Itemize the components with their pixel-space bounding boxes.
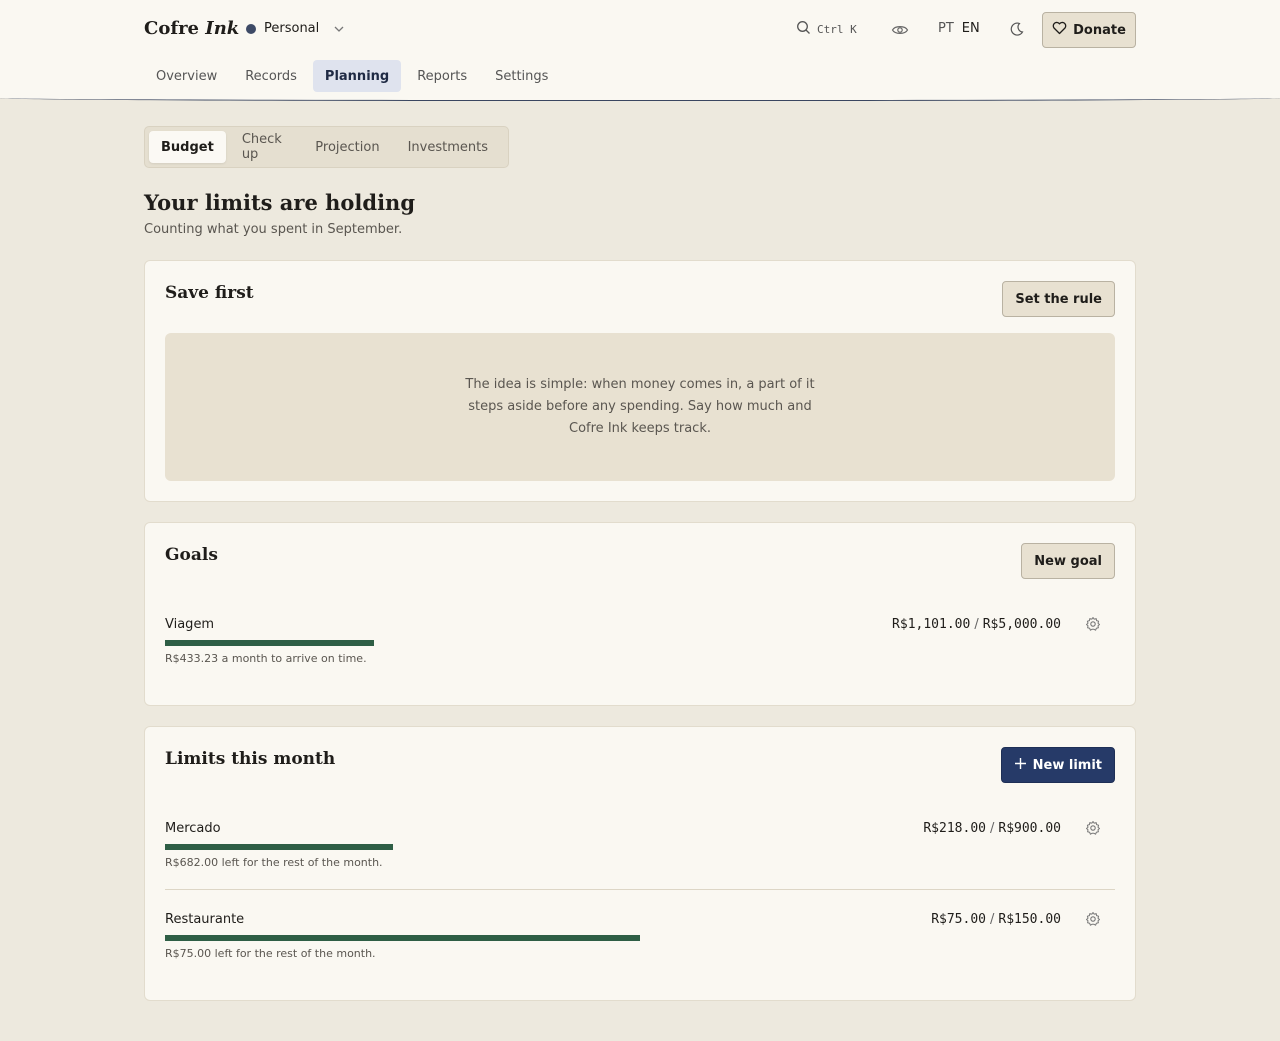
save-first-empty-text: The idea is simple: when money comes in,… (465, 377, 815, 436)
chevron-down-icon (333, 23, 345, 35)
workspace-color-dot (246, 23, 256, 34)
limit-name: Restaurante (165, 912, 245, 927)
search-shortcut: Ctrl K (817, 22, 857, 36)
limit-target: R$900.00 (998, 821, 1061, 836)
new-limit-label: New limit (1032, 757, 1102, 773)
limit-row: Restaurante R$75.00/R$150.00 R$75.00 lef… (165, 912, 1115, 968)
moon-icon[interactable] (1009, 21, 1025, 41)
heart-icon (1052, 21, 1067, 39)
save-first-title: Save first (165, 283, 254, 303)
search-button[interactable]: Ctrl K (796, 20, 857, 38)
nav-overview[interactable]: Overview (144, 60, 229, 92)
tab-check-up[interactable]: Check up (230, 131, 299, 163)
top-bar: Cofre Ink Personal Ctrl K PT EN Donate O… (0, 0, 1280, 101)
save-first-empty-state: The idea is simple: when money comes in,… (165, 333, 1115, 481)
goal-progress-bar (165, 640, 374, 646)
limit-current: R$218.00 (923, 821, 986, 836)
gear-icon[interactable] (1085, 616, 1101, 636)
limit-amount: R$218.00/R$900.00 (923, 821, 1061, 836)
new-goal-button[interactable]: New goal (1021, 543, 1115, 579)
new-limit-button[interactable]: New limit (1000, 747, 1115, 783)
nav-planning[interactable]: Planning (312, 60, 402, 92)
limit-progress-bar (165, 935, 640, 941)
planning-subtabs: Budget Check up Projection Investments (144, 126, 509, 168)
eye-icon[interactable] (891, 22, 909, 42)
save-first-card: Save first Set the rule The idea is simp… (144, 260, 1136, 502)
limit-amount: R$75.00/R$150.00 (931, 912, 1061, 927)
search-icon (796, 20, 811, 38)
goal-current: R$1,101.00 (892, 617, 971, 632)
goals-title: Goals (165, 545, 218, 565)
lang-pt-option[interactable]: PT (938, 21, 954, 36)
plus-icon (1014, 757, 1027, 774)
goal-hint: R$433.23 a month to arrive on time. (165, 652, 367, 665)
goals-card: Goals New goal Viagem R$1,101.00/R$5,000… (144, 522, 1136, 706)
limit-current: R$75.00 (931, 912, 986, 927)
lang-en-option[interactable]: EN (962, 21, 980, 36)
donate-label: Donate (1073, 22, 1126, 38)
limit-target: R$150.00 (998, 912, 1061, 927)
gear-icon[interactable] (1085, 820, 1101, 840)
limits-card: Limits this month New limit Mercado R$21… (144, 726, 1136, 1001)
limits-divider (165, 889, 1115, 890)
tab-investments[interactable]: Investments (396, 131, 500, 163)
nav-reports[interactable]: Reports (405, 60, 479, 92)
workspace-name: Personal (264, 21, 320, 36)
goal-amount: R$1,101.00/R$5,000.00 (892, 617, 1061, 632)
brand-name: Cofre (144, 18, 200, 39)
limit-progress-bar (165, 844, 393, 850)
goal-name: Viagem (165, 617, 215, 632)
set-rule-button[interactable]: Set the rule (1002, 281, 1115, 317)
limits-title: Limits this month (165, 749, 336, 769)
gear-icon[interactable] (1085, 911, 1101, 931)
workspace-switcher[interactable]: Personal (246, 21, 345, 36)
donate-button[interactable]: Donate (1042, 12, 1136, 48)
limit-row: Mercado R$218.00/R$900.00 R$682.00 left … (165, 821, 1115, 877)
page-title: Your limits are holding (144, 190, 416, 215)
limit-hint: R$682.00 left for the rest of the month. (165, 856, 383, 869)
limit-hint: R$75.00 left for the rest of the month. (165, 947, 376, 960)
language-switcher: PT EN (938, 21, 980, 36)
nav-records[interactable]: Records (233, 60, 309, 92)
main-nav: Overview Records Planning Reports Settin… (144, 60, 564, 92)
page-subtitle: Counting what you spent in September. (144, 222, 403, 237)
brand-logo[interactable]: Cofre Ink (144, 18, 239, 39)
nav-settings[interactable]: Settings (483, 60, 560, 92)
goal-target: R$5,000.00 (982, 617, 1061, 632)
tab-budget[interactable]: Budget (149, 131, 226, 163)
goal-row: Viagem R$1,101.00/R$5,000.00 R$433.23 a … (165, 617, 1115, 673)
brand-name-italic: Ink (205, 18, 240, 39)
limit-name: Mercado (165, 821, 221, 836)
tab-projection[interactable]: Projection (303, 131, 391, 163)
